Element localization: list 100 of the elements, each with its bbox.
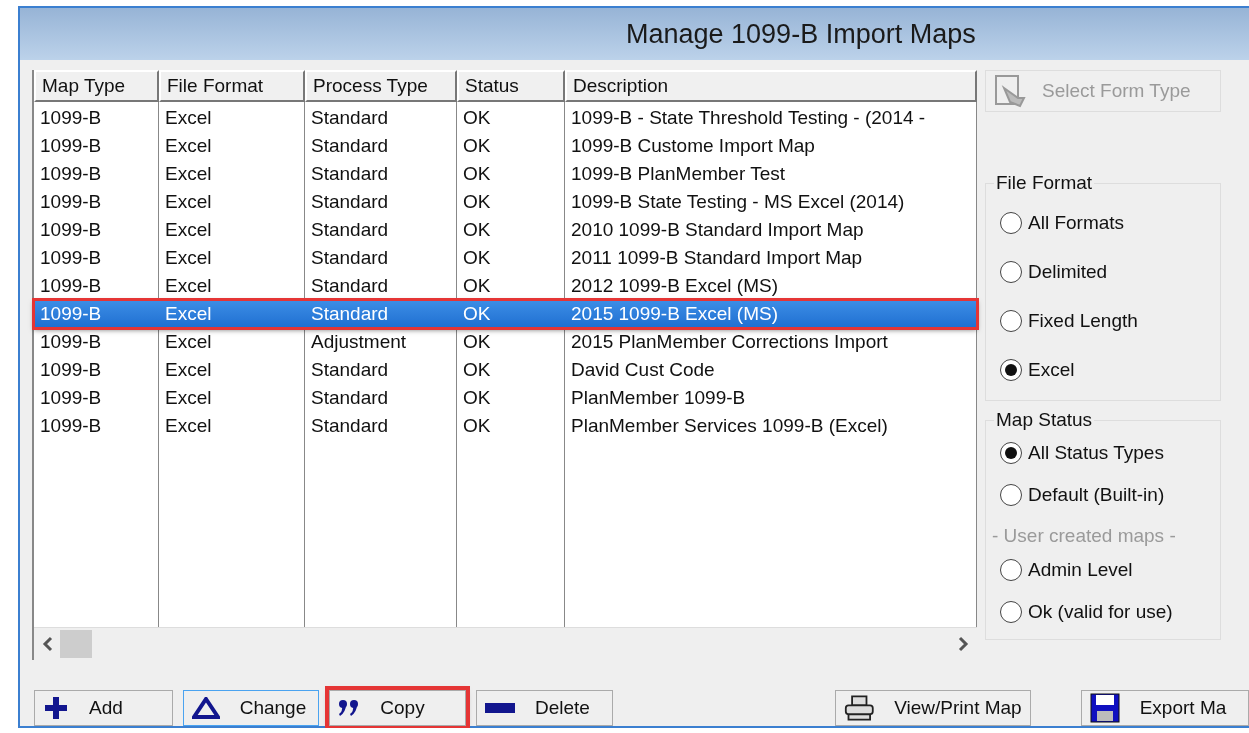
table-cell-text: 1099-B	[39, 415, 103, 437]
radio-option[interactable]: All Status Types	[1000, 435, 1214, 471]
add-button[interactable]: Add	[34, 690, 173, 726]
table-cell-text: Excel	[164, 387, 213, 409]
table-cell-text: 1099-B State Testing - MS Excel (2014)	[570, 191, 906, 213]
radio-button[interactable]	[1000, 442, 1022, 464]
table-cell-text: OK	[462, 163, 492, 185]
radio-option[interactable]: Default (Built-in)	[1000, 471, 1214, 519]
table-cell-text: OK	[462, 107, 492, 129]
table-cell-text: PlanMember 1099-B	[570, 387, 747, 409]
column-header[interactable]: Map Type	[34, 70, 159, 102]
table-row[interactable]: 1099-B Excel Standard OK PlanMember Services 1099-B (Excel)	[34, 412, 977, 440]
table-cell-text: OK	[462, 387, 492, 409]
table-cell-text: 2015 PlanMember Corrections Import	[570, 331, 889, 353]
table-cell-text: Standard	[310, 191, 390, 213]
table-cell-text: Excel	[164, 219, 213, 241]
table-cell-text: Excel	[164, 163, 213, 185]
radio-button[interactable]	[1000, 484, 1022, 506]
table-cell-text: 1099-B - State Threshold Testing - (2014 -	[570, 107, 927, 129]
table-row[interactable]: 1099-B Excel Standard OK 1099-B State Testing - MS Excel (2014)	[34, 188, 977, 216]
window-title: Manage 1099-B Import Maps	[626, 18, 976, 50]
group-title: Map Status	[995, 409, 1094, 431]
table-cell-text: 1099-B	[39, 191, 103, 213]
radio-button[interactable]	[1000, 601, 1022, 623]
radio-button[interactable]	[1000, 559, 1022, 581]
table-cell-text: Standard	[310, 107, 390, 129]
table-cell-text: OK	[462, 303, 492, 325]
table-cell-text: 1099-B Custome Import Map	[570, 135, 816, 157]
change-button[interactable]: Change	[182, 690, 320, 726]
radio-button[interactable]	[1000, 309, 1022, 332]
section-caption: - User created maps -	[992, 525, 1177, 547]
table-cell-text: Standard	[310, 163, 390, 185]
table-cell-text: OK	[462, 359, 492, 381]
table-cell-text: 1099-B	[39, 359, 103, 381]
radio-option[interactable]: Fixed Length	[1000, 296, 1214, 345]
table-cell-text: 1099-B	[39, 275, 103, 297]
minus-icon	[485, 703, 515, 713]
table-cell-text: Excel	[164, 107, 213, 129]
column-header[interactable]: File Format	[159, 70, 305, 102]
table-cell-text: 2011 1099-B Standard Import Map	[570, 247, 864, 269]
table-cell-text: OK	[462, 275, 492, 297]
table-row[interactable]: 1099-B Excel Standard OK 1099-B PlanMember Test	[34, 160, 977, 188]
table-row[interactable]: 1099-B Excel Adjustment OK 2015 PlanMember Corrections Import	[34, 328, 977, 356]
table-cell-text: Standard	[310, 275, 390, 297]
table-row[interactable]: 1099-B Excel Standard OK 1099-B Custome Import Map	[34, 132, 977, 160]
triangle-icon	[191, 697, 220, 719]
table-cell-text: Standard	[310, 415, 390, 437]
table-cell-text: 1099-B	[39, 331, 103, 353]
column-header[interactable]: Status	[457, 70, 565, 102]
radio-button[interactable]	[1000, 211, 1022, 234]
table-row[interactable]: 1099-B Excel Standard OK 2010 1099-B Standard Import Map	[34, 216, 977, 244]
print-button[interactable]: View/Print Map	[834, 690, 1031, 726]
table-row[interactable]: 1099-B Excel Standard OK David Cust Code	[34, 356, 977, 384]
table-cell-text: Standard	[310, 303, 390, 325]
table-row[interactable]: 1099-B Excel Standard OK 2011 1099-B Standard Import Map	[34, 244, 977, 272]
group-title: File Format	[995, 172, 1094, 194]
table-row[interactable]: 1099-B Excel Standard OK 2012 1099-B Excel (MS)	[34, 272, 977, 300]
table-cell-text: OK	[462, 191, 492, 213]
export-button[interactable]: Export Ma	[1080, 690, 1249, 726]
table-cell-text: Excel	[164, 303, 213, 325]
table-row[interactable]: 1099-B Excel Standard OK 2015 1099-B Excel (MS)	[34, 300, 977, 328]
radio-option[interactable]: All Formats	[1000, 198, 1214, 247]
table-cell-text: Excel	[164, 331, 213, 353]
table-row[interactable]: 1099-B Excel Standard OK PlanMember 1099-B	[34, 384, 977, 412]
radio-option[interactable]: Excel	[1000, 345, 1214, 394]
table-cell-text: OK	[462, 135, 492, 157]
table-cell-text: 2012 1099-B Excel (MS)	[570, 275, 779, 297]
table-cell-text: Standard	[310, 359, 390, 381]
scroll-right-icon[interactable]	[957, 636, 969, 652]
table-cell-text: PlanMember Services 1099-B (Excel)	[570, 415, 889, 437]
table-cell-text: David Cust Code	[570, 359, 716, 381]
table-row[interactable]: 1099-B Excel Standard OK 1099-B - State Threshold Testing - (2014 -	[34, 104, 977, 132]
table-cell-text: OK	[462, 247, 492, 269]
radio-button[interactable]	[1000, 358, 1022, 381]
table-cell-text: 1099-B	[39, 247, 103, 269]
table-cell-text: 2015 1099-B Excel (MS)	[570, 303, 779, 325]
plus-icon	[43, 695, 69, 721]
scroll-left-icon[interactable]	[42, 636, 54, 652]
table-cell-text: Excel	[164, 135, 213, 157]
table-cell-text: OK	[462, 415, 492, 437]
table-cell-text: 1099-B	[39, 107, 103, 129]
table-cell-text: 2010 1099-B Standard Import Map	[570, 219, 865, 241]
table-cell-text: Standard	[310, 219, 390, 241]
column-header[interactable]: Process Type	[305, 70, 457, 102]
radio-option[interactable]: Admin Level	[1000, 549, 1214, 591]
table-cell-text: Standard	[310, 247, 390, 269]
radio-option[interactable]: Ok (valid for use)	[1000, 591, 1214, 633]
radio-button[interactable]	[1000, 260, 1022, 283]
table-cell-text: Adjustment	[310, 331, 408, 353]
printer-icon	[843, 693, 875, 723]
column-header[interactable]: Description	[565, 70, 977, 102]
table-cell-text: Excel	[164, 247, 213, 269]
table-cell-text: Excel	[164, 359, 213, 381]
table-cell-text: 1099-B	[39, 303, 103, 325]
table-cell-text: Standard	[310, 135, 390, 157]
radio-option[interactable]: Delimited	[1000, 247, 1214, 296]
table-cell-text: 1099-B	[39, 219, 103, 241]
scroll-thumb[interactable]	[60, 630, 92, 658]
table-cell-text: Excel	[164, 415, 213, 437]
delete-button[interactable]: Delete	[476, 690, 613, 726]
